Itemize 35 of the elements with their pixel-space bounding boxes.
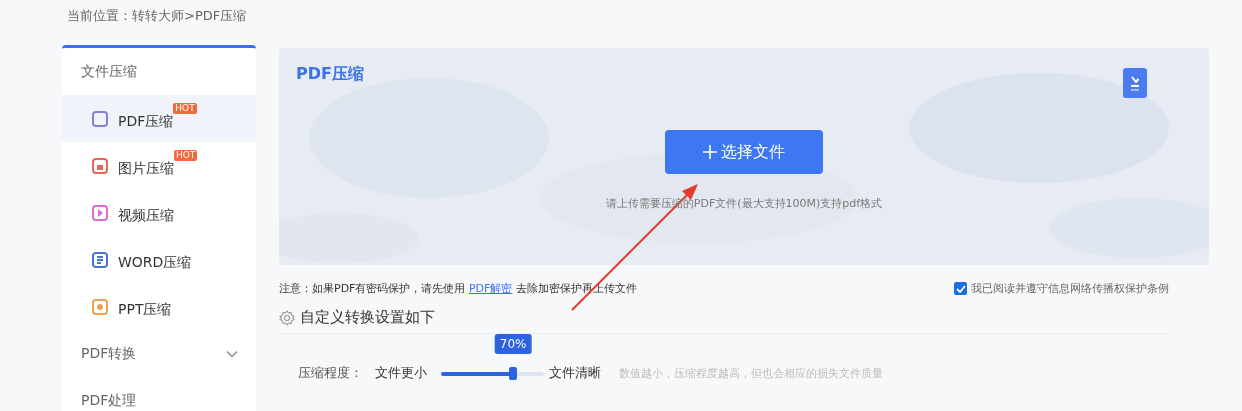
panel-title: PDF压缩 (296, 64, 364, 84)
sidebar-item[interactable]: 图片压缩 HOT (62, 142, 256, 189)
settings-icon (279, 309, 295, 326)
item-label: WORD压缩 (118, 253, 192, 272)
choose-file-button[interactable]: 选择文件 (665, 130, 823, 174)
sidebar-item[interactable]: 视频压缩 (62, 189, 256, 236)
breadcrumb-path[interactable]: 转转大师>PDF压缩 (132, 7, 247, 45)
item-label: PDF压缩 (118, 112, 174, 131)
slider-thumb[interactable] (509, 366, 518, 380)
sidebar-item[interactable]: PDF压缩 HOT (62, 95, 256, 142)
item-label: PPT压缩 (118, 300, 172, 319)
item-label: 图片压缩 (118, 159, 174, 178)
sidebar-group[interactable]: PDF处理 (62, 377, 256, 411)
agreement-checkbox[interactable] (954, 282, 967, 295)
item-label: 视频压缩 (118, 206, 174, 225)
download-icon[interactable] (1123, 68, 1147, 98)
compression-label: 压缩程度： (298, 364, 363, 382)
breadcrumb-label: 当前位置： (67, 7, 132, 25)
sidebar-group[interactable]: PDF转换 (62, 330, 256, 377)
sidebar-item[interactable]: WORD压缩 (62, 236, 256, 283)
agreement-label: 我已阅读并遵守信息网络传播权保护条例 (971, 281, 1169, 296)
min-label: 文件更小 (375, 364, 427, 382)
plus-icon (703, 145, 717, 159)
settings-title: 自定义转换设置如下 (300, 308, 435, 327)
group-title: PDF处理 (81, 391, 137, 410)
hot-badge: HOT (173, 103, 197, 114)
chevron-icon (226, 349, 238, 358)
sidebar-item[interactable]: PPT压缩 (62, 283, 256, 330)
value-tooltip: 70% (494, 333, 532, 354)
hot-badge: HOT (174, 150, 198, 161)
max-label: 文件清晰 (549, 364, 601, 382)
group-title: PDF转换 (81, 344, 137, 363)
decrypt-link[interactable]: PDF解密 (468, 282, 513, 295)
group-title: 文件压缩 (81, 62, 137, 81)
sidebar-group[interactable]: 文件压缩 (62, 48, 256, 95)
